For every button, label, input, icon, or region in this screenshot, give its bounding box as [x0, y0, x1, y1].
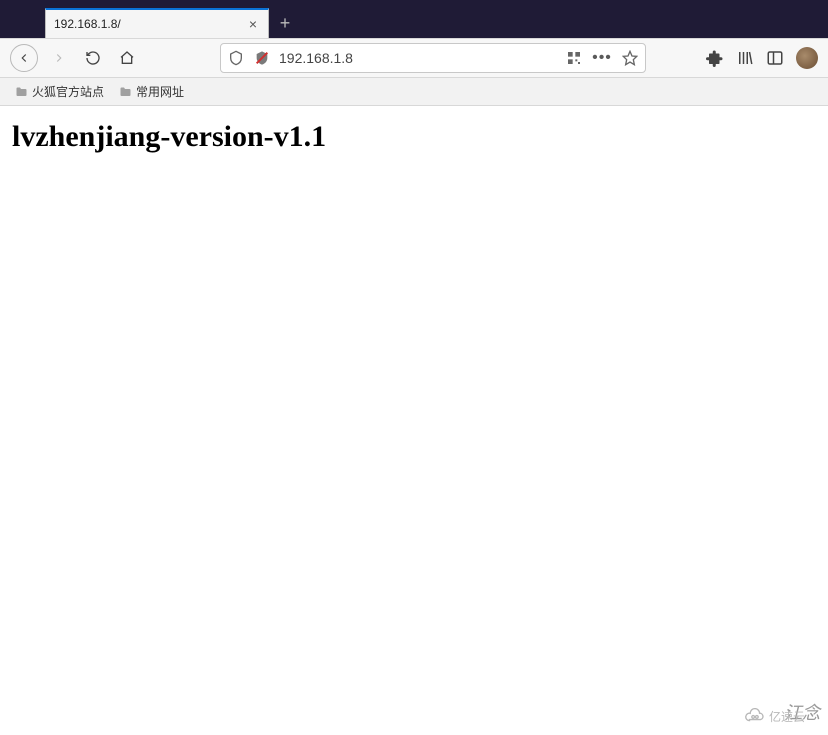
reload-icon	[85, 50, 101, 66]
address-right-controls: •••	[565, 49, 639, 67]
bookmark-item-firefox-official[interactable]: 火狐官方站点	[14, 83, 104, 100]
qr-icon[interactable]	[565, 49, 583, 67]
more-menu-icon[interactable]: •••	[593, 49, 611, 67]
tab-title: 192.168.1.8/	[54, 17, 246, 31]
page-content: lvzhenjiang-version-v1.1 江念 亿速云	[0, 106, 828, 735]
plus-icon: +	[280, 13, 291, 34]
tab-bar: 192.168.1.8/ × +	[0, 0, 828, 38]
url-input[interactable]	[279, 50, 557, 66]
sidebar-icon[interactable]	[766, 49, 784, 67]
browser-tab[interactable]: 192.168.1.8/ ×	[45, 8, 269, 38]
nav-toolbar: •••	[0, 38, 828, 78]
close-icon[interactable]: ×	[246, 17, 260, 31]
library-icon[interactable]	[736, 49, 754, 67]
home-button[interactable]	[114, 45, 140, 71]
avatar-icon[interactable]	[796, 47, 818, 69]
new-tab-button[interactable]: +	[269, 8, 301, 38]
home-icon	[119, 50, 135, 66]
bookmark-item-common-sites[interactable]: 常用网址	[118, 83, 184, 100]
blocked-icon[interactable]	[253, 49, 271, 67]
bookmark-label: 常用网址	[136, 83, 184, 100]
forward-icon	[52, 51, 66, 65]
shield-icon[interactable]	[227, 49, 245, 67]
bookmark-label: 火狐官方站点	[32, 83, 104, 100]
nav-left-controls	[10, 44, 140, 72]
bookmarks-bar: 火狐官方站点 常用网址	[0, 78, 828, 106]
star-icon[interactable]	[621, 49, 639, 67]
back-icon	[17, 51, 31, 65]
extensions-icon[interactable]	[706, 49, 724, 67]
cloud-icon	[744, 708, 766, 724]
forward-button	[46, 45, 72, 71]
page-heading: lvzhenjiang-version-v1.1	[12, 120, 816, 154]
nav-right-controls	[706, 47, 818, 69]
back-button[interactable]	[10, 44, 38, 72]
address-bar[interactable]: •••	[220, 43, 646, 73]
watermark-logo: 亿速云	[744, 703, 822, 729]
folder-icon	[118, 86, 132, 98]
folder-icon	[14, 86, 28, 98]
reload-button[interactable]	[80, 45, 106, 71]
watermark-logo-text: 亿速云	[769, 708, 805, 725]
